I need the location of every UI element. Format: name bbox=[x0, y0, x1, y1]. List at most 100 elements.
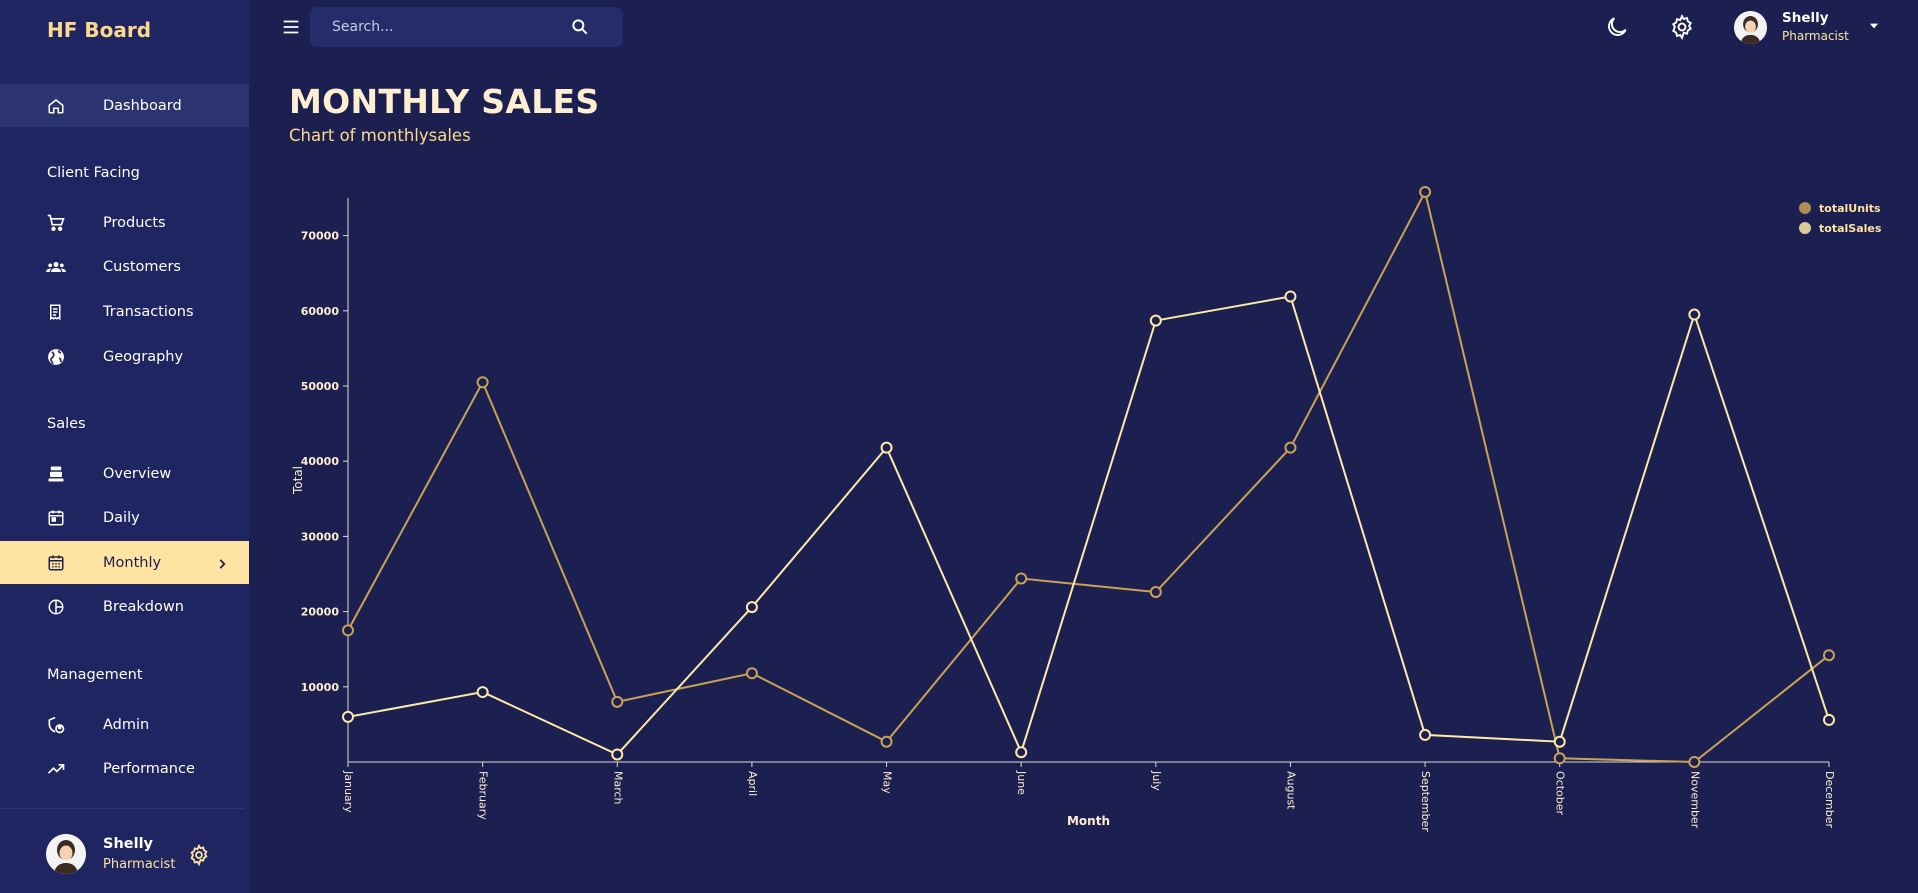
data-point-totalUnits bbox=[1284, 441, 1297, 454]
y-tick-label: 40000 bbox=[301, 455, 340, 468]
sidebar-item-customers[interactable]: Customers bbox=[0, 245, 249, 288]
y-tick-label: 50000 bbox=[301, 380, 340, 393]
trending-up-icon bbox=[46, 759, 66, 779]
sidebar-item-label: Overview bbox=[103, 465, 172, 482]
legend-label: totalSales bbox=[1819, 222, 1882, 235]
receipt-icon bbox=[46, 302, 66, 322]
x-tick-label: September bbox=[1419, 771, 1432, 832]
shopping-cart-icon bbox=[46, 213, 66, 233]
globe-icon bbox=[46, 347, 66, 367]
sidebar-item-transactions[interactable]: Transactions bbox=[0, 290, 249, 333]
sidebar: HF Board Dashboard Client Facing Product… bbox=[0, 0, 249, 893]
calendar-month-icon bbox=[46, 553, 66, 573]
user-name: Shelly bbox=[1782, 10, 1829, 26]
home-icon bbox=[46, 96, 66, 116]
section-title-client-facing: Client Facing bbox=[47, 165, 140, 181]
data-point-totalSales bbox=[745, 601, 758, 614]
sidebar-item-label: Breakdown bbox=[103, 598, 184, 615]
y-tick-label: 30000 bbox=[301, 530, 340, 543]
avatar bbox=[46, 834, 86, 874]
sidebar-item-label: Daily bbox=[103, 509, 140, 526]
menu-toggle-icon[interactable] bbox=[280, 16, 302, 38]
y-tick-label: 20000 bbox=[301, 606, 340, 619]
sidebar-user-avatar[interactable] bbox=[46, 834, 86, 874]
series-line-totalUnits bbox=[347, 189, 1830, 764]
point-of-sale-icon bbox=[46, 464, 66, 484]
legend-swatch bbox=[1799, 222, 1811, 234]
caret-down-icon[interactable] bbox=[1867, 18, 1881, 32]
data-point-totalUnits bbox=[1015, 572, 1028, 585]
page-title: MONTHLY SALES bbox=[289, 82, 600, 121]
sidebar-user-name: Shelly bbox=[103, 836, 153, 852]
monthly-sales-line-chart: 10000 20000 30000 40000 50000 60000 70000 Janua… bbox=[291, 185, 1882, 832]
search-bar bbox=[310, 7, 623, 47]
data-point-totalSales bbox=[1419, 728, 1432, 741]
today-calendar-icon bbox=[46, 508, 66, 528]
sidebar-item-products[interactable]: Products bbox=[0, 201, 249, 244]
page-subtitle: Chart of monthlysales bbox=[289, 126, 471, 145]
legend-label: totalUnits bbox=[1819, 202, 1881, 215]
sidebar-item-label: Monthly bbox=[103, 554, 162, 571]
sidebar-item-breakdown[interactable]: Breakdown bbox=[0, 585, 249, 628]
x-tick-label: February bbox=[477, 771, 490, 820]
sidebar-item-daily[interactable]: Daily bbox=[0, 496, 249, 539]
x-tick-label: March bbox=[611, 771, 624, 805]
x-tick-label: April bbox=[746, 771, 759, 796]
sidebar-item-label: Transactions bbox=[103, 303, 194, 320]
section-title-sales: Sales bbox=[47, 416, 86, 432]
user-role: Pharmacist bbox=[1782, 29, 1849, 43]
sidebar-user-role: Pharmacist bbox=[103, 857, 176, 872]
sidebar-item-performance[interactable]: Performance bbox=[0, 747, 249, 790]
data-point-totalUnits bbox=[1419, 185, 1432, 198]
sidebar-item-overview[interactable]: Overview bbox=[0, 452, 249, 495]
data-point-totalUnits bbox=[611, 695, 624, 708]
data-point-totalSales bbox=[1284, 290, 1297, 303]
data-point-totalUnits bbox=[1149, 586, 1162, 599]
data-point-totalSales bbox=[476, 686, 489, 699]
series-line-totalSales bbox=[347, 295, 1830, 756]
data-point-totalUnits bbox=[1553, 752, 1566, 765]
data-point-totalUnits bbox=[342, 624, 354, 637]
sidebar-item-label: Admin bbox=[103, 716, 150, 733]
x-tick-label: January bbox=[342, 770, 355, 813]
data-point-totalUnits bbox=[1823, 649, 1835, 662]
data-point-totalSales bbox=[1015, 746, 1028, 759]
data-point-totalSales bbox=[342, 710, 354, 723]
groups-icon bbox=[46, 257, 66, 277]
admin-shield-icon bbox=[46, 715, 66, 735]
dark-mode-icon[interactable] bbox=[1604, 14, 1630, 40]
sidebar-item-geography[interactable]: Geography bbox=[0, 335, 249, 378]
x-axis-label: Month bbox=[1067, 814, 1110, 828]
data-point-totalSales bbox=[1553, 735, 1566, 748]
sidebar-divider bbox=[0, 808, 245, 809]
x-tick-label: November bbox=[1688, 771, 1701, 829]
search-input[interactable] bbox=[332, 7, 572, 47]
data-point-totalSales bbox=[1149, 314, 1162, 327]
x-tick-label: October bbox=[1554, 771, 1567, 815]
sidebar-item-label: Performance bbox=[103, 760, 195, 777]
x-tick-label: August bbox=[1284, 771, 1297, 810]
sidebar-item-label: Products bbox=[103, 214, 166, 231]
search-icon[interactable] bbox=[570, 17, 590, 37]
sidebar-item-dashboard[interactable]: Dashboard bbox=[0, 84, 249, 127]
sidebar-item-label: Customers bbox=[103, 258, 181, 275]
avatar[interactable] bbox=[1734, 11, 1767, 44]
sidebar-item-label: Dashboard bbox=[103, 97, 182, 114]
x-tick-label: May bbox=[881, 771, 894, 794]
sidebar-item-admin[interactable]: Admin bbox=[0, 703, 249, 746]
x-tick-label: July bbox=[1150, 770, 1163, 791]
section-title-management: Management bbox=[47, 667, 143, 683]
settings-gear-icon[interactable] bbox=[188, 843, 210, 867]
sidebar-item-monthly[interactable]: Monthly bbox=[0, 541, 249, 584]
x-tick-label: June bbox=[1015, 770, 1028, 795]
settings-gear-icon[interactable] bbox=[1669, 14, 1695, 41]
data-point-totalUnits bbox=[880, 735, 893, 748]
y-tick-label: 60000 bbox=[301, 305, 340, 318]
sidebar-item-label: Geography bbox=[103, 348, 184, 365]
brand-logo[interactable]: HF Board bbox=[47, 18, 151, 42]
x-tick-label: December bbox=[1823, 771, 1836, 829]
y-tick-label: 70000 bbox=[301, 230, 340, 243]
legend-swatch bbox=[1799, 202, 1811, 214]
data-point-totalSales bbox=[1688, 308, 1701, 321]
y-tick-label: 10000 bbox=[301, 681, 340, 694]
